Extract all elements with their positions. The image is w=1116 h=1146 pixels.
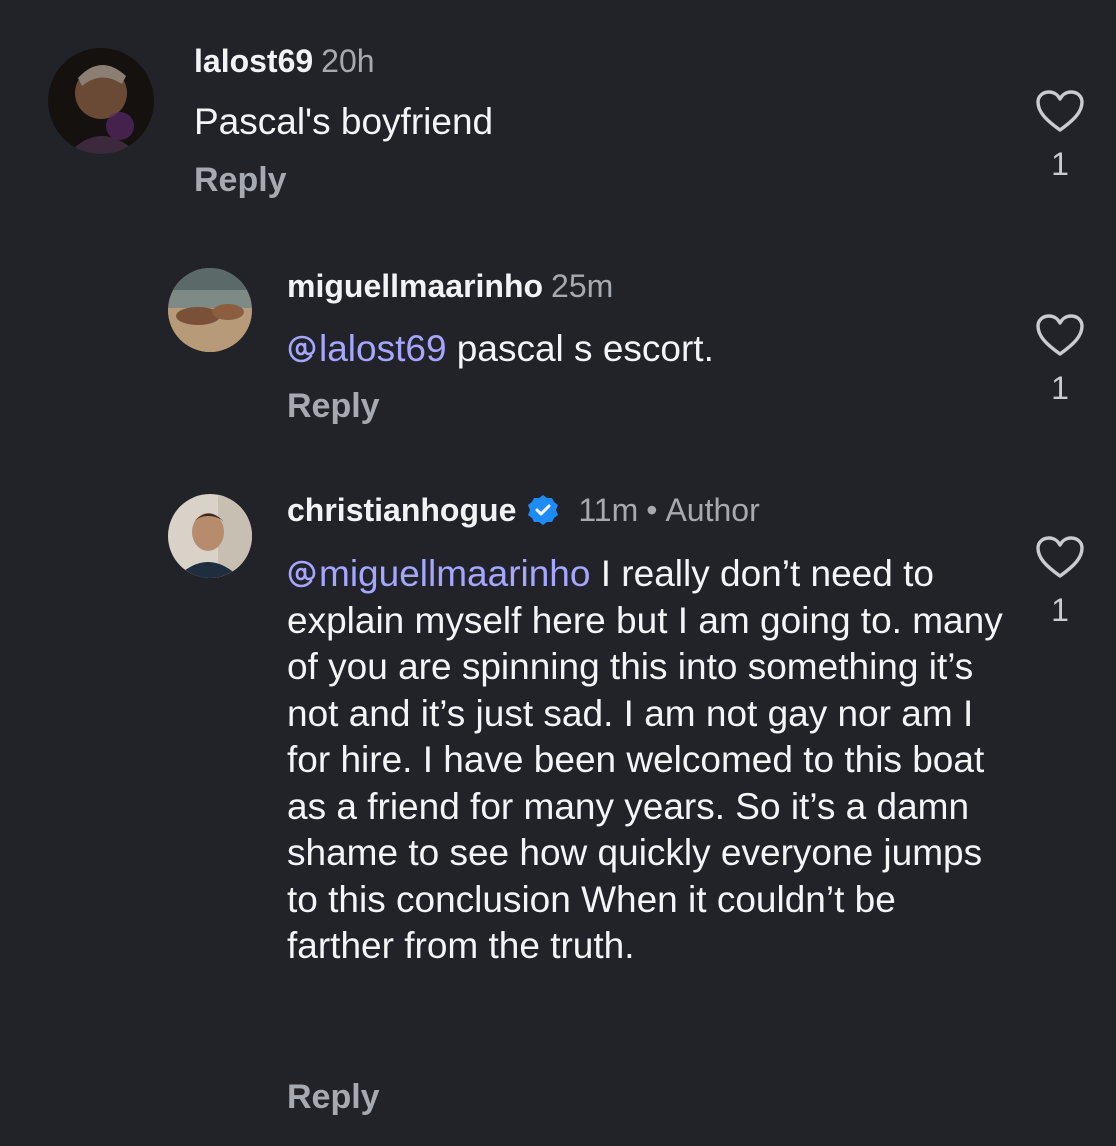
header-separator: • — [646, 492, 658, 528]
comment-text-body: I really don’t need to explain myself he… — [287, 553, 1003, 966]
threads-at-icon — [288, 560, 316, 588]
heart-outline-icon — [1036, 314, 1084, 356]
threads-at-icon — [288, 335, 316, 363]
heart-outline-icon — [1036, 536, 1084, 578]
profile-photo-icon — [168, 268, 252, 352]
like-button[interactable]: 1 — [1030, 88, 1090, 182]
heart-outline-icon — [1036, 90, 1084, 132]
like-count: 1 — [1051, 592, 1069, 628]
mention-link[interactable]: lalost69 — [287, 328, 447, 369]
profile-photo-icon — [168, 494, 252, 578]
comment-timestamp: 11m — [578, 492, 639, 528]
comment-text: miguellmaarinho I really don’t need to e… — [287, 551, 1007, 970]
mention-username[interactable]: miguellmaarinho — [319, 553, 590, 594]
comment-christianhogue: christianhogue 11m • Author miguellmaarinho… — [0, 470, 1116, 1146]
like-count: 1 — [1051, 146, 1069, 182]
comment-timestamp: 20h — [321, 43, 375, 79]
avatar-christianhogue[interactable] — [168, 494, 252, 578]
reply-button[interactable]: Reply — [194, 160, 287, 200]
avatar-lalost69[interactable] — [48, 48, 154, 154]
comment-username[interactable]: christianhogue — [287, 492, 516, 528]
profile-photo-icon — [48, 48, 154, 154]
like-button[interactable]: 1 — [1030, 312, 1090, 406]
mention-link[interactable]: miguellmaarinho — [287, 553, 590, 594]
comment-text-body: pascal s escort. — [446, 328, 714, 369]
like-count: 1 — [1051, 370, 1069, 406]
comment-username[interactable]: lalost69 — [194, 43, 313, 79]
reply-button[interactable]: Reply — [287, 386, 380, 426]
comment-timestamp: 25m — [551, 268, 614, 304]
verified-badge-icon — [528, 495, 559, 525]
avatar-miguellmaarinho[interactable] — [168, 268, 252, 352]
comment-text: Pascal's boyfriend — [194, 101, 494, 142]
comment-miguellmaarinho: miguellmaarinho 25m lalost69 pascal s esc… — [0, 240, 1116, 470]
comment-text: lalost69 pascal s escort. — [287, 326, 1007, 373]
like-button[interactable]: 1 — [1030, 534, 1090, 628]
comment-username[interactable]: miguellmaarinho — [287, 268, 543, 304]
author-badge: Author — [665, 492, 760, 528]
reply-button[interactable]: Reply — [287, 1077, 380, 1117]
mention-username[interactable]: lalost69 — [319, 328, 447, 369]
comment-lalost69: lalost69 20h Pascal's boyfriend Reply 1 — [0, 0, 1116, 240]
